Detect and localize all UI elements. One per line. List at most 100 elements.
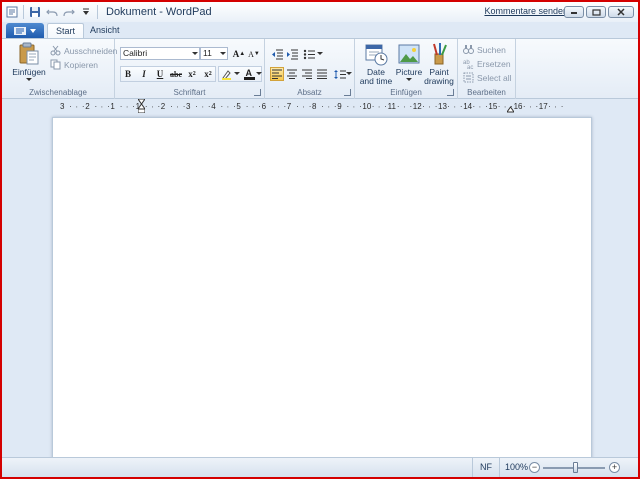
paint-drawing-button[interactable]: Paint drawing: [424, 42, 454, 86]
maximize-button[interactable]: [586, 6, 606, 18]
ruler-tick-mark: ∙: [327, 102, 330, 111]
right-indent-marker[interactable]: [506, 106, 515, 113]
ruler-tick-mark: ∙: [252, 102, 255, 111]
ruler-tick-mark: ·: [522, 102, 526, 111]
customize-toolbar-icon[interactable]: [79, 5, 93, 19]
document-area: [2, 114, 638, 458]
superscript-button[interactable]: x2: [201, 67, 215, 81]
document-page[interactable]: [52, 117, 592, 458]
date-time-button[interactable]: Date and time: [359, 42, 393, 86]
align-left-button[interactable]: [270, 67, 284, 81]
ruler[interactable]: 3 · ∙ · 2 · ∙ · 1 · ∙ · 1 · ∙ · 2 · ∙ · 3 · ∙ · 4 · ∙ · 5 · ∙ · 6 · ∙ · 7 · ∙ ·…: [2, 98, 638, 114]
ruler-tick-label: 4: [211, 102, 216, 111]
bullet-list-dropdown-icon[interactable]: [316, 47, 324, 61]
ribbon-tab-row: Start Ansicht: [2, 22, 638, 39]
increase-indent-icon[interactable]: [285, 47, 299, 61]
ruler-tick-mark: ·: [119, 102, 123, 111]
select-all-label: Select all: [477, 72, 512, 83]
ruler-tick-mark: ·: [157, 102, 161, 111]
ruler-tick-mark: ∙: [403, 102, 406, 111]
grow-font-button[interactable]: A ▲: [232, 47, 246, 61]
group-label-clipboard: Zwischenablage: [29, 88, 87, 97]
align-right-button[interactable]: [300, 67, 314, 81]
ruler-tick-mark: ∙: [176, 102, 179, 111]
application-menu-button[interactable]: [6, 23, 44, 38]
strikethrough-button[interactable]: abc: [169, 67, 183, 81]
paste-icon: [19, 42, 39, 65]
font-family-select[interactable]: Calibri: [120, 47, 200, 60]
font-color-icon[interactable]: A: [242, 67, 256, 81]
font-color-dropdown-icon[interactable]: [255, 67, 263, 81]
italic-button[interactable]: I: [137, 67, 151, 81]
cut-button[interactable]: Ausschneiden: [50, 45, 117, 56]
ruler-tick-mark: ∙: [554, 102, 557, 111]
find-button[interactable]: Suchen: [463, 44, 506, 55]
highlight-icon[interactable]: [219, 67, 233, 81]
redo-icon[interactable]: [62, 5, 76, 19]
close-button[interactable]: [608, 6, 634, 18]
select-all-button[interactable]: Select all: [463, 72, 512, 83]
ruler-tick-label: 12: [412, 102, 422, 111]
ruler-tick-mark: ∙: [126, 102, 129, 111]
justify-button[interactable]: [315, 67, 329, 81]
ruler-tick-mark: ·: [220, 102, 224, 111]
insert-dialog-launcher[interactable]: [447, 89, 454, 96]
window-controls: [562, 6, 634, 18]
num-lock-indicator: NF: [472, 458, 500, 477]
line-spacing-dropdown-icon[interactable]: [345, 67, 353, 81]
group-label-editing: Bearbeiten: [467, 88, 506, 97]
replace-button[interactable]: ab ac Ersetzen: [463, 58, 511, 70]
ruler-tick-mark: ·: [296, 102, 299, 111]
tab-start[interactable]: Start: [47, 23, 85, 39]
zoom-in-button[interactable]: +: [609, 462, 620, 473]
scissors-icon: [50, 45, 61, 56]
undo-icon[interactable]: [45, 5, 59, 19]
tab-ansicht[interactable]: Ansicht: [82, 23, 128, 39]
ruler-tick-mark: ∙: [478, 102, 482, 111]
select-all-icon: [463, 72, 474, 83]
indent-marker[interactable]: [137, 98, 146, 114]
picture-button[interactable]: Picture: [395, 42, 423, 82]
feedback-link[interactable]: Kommentare senden: [484, 6, 568, 16]
copy-icon: [50, 59, 61, 70]
minimize-button[interactable]: [564, 6, 584, 18]
ruler-tick-mark: ·: [359, 102, 362, 111]
ruler-tick-mark: ·: [371, 102, 375, 111]
ruler-tick-mark: ∙: [428, 102, 431, 111]
ruler-tick-label: 7: [286, 102, 292, 111]
ruler-tick-mark: ·: [548, 102, 551, 111]
ruler-tick-mark: ·: [434, 102, 438, 111]
ruler-tick-label: 2: [160, 102, 166, 111]
font-size-select[interactable]: 11: [200, 47, 228, 60]
subscript-button[interactable]: x2: [185, 67, 199, 81]
underline-button[interactable]: U: [153, 67, 167, 81]
zoom-out-button[interactable]: −: [529, 462, 540, 473]
ruler-tick-mark: ∙: [529, 102, 532, 111]
ruler-tick-mark: ·: [94, 102, 98, 111]
ruler-tick-mark: ·: [245, 102, 249, 111]
zoom-level: 100%: [505, 462, 529, 472]
paragraph-dialog-launcher[interactable]: [344, 89, 351, 96]
bullet-list-icon[interactable]: [302, 47, 316, 61]
bold-button[interactable]: B: [121, 67, 135, 81]
toolbar-separator: [97, 5, 98, 19]
group-font: Calibri 11 A ▲ A ▼ B I U abc x2 x2 A Schri…: [115, 39, 265, 99]
ruler-tick-mark: ·: [485, 102, 488, 111]
decrease-indent-icon[interactable]: [270, 47, 284, 61]
font-dialog-launcher[interactable]: [254, 89, 261, 96]
align-center-button[interactable]: [285, 67, 299, 81]
wordpad-window: Dokument - WordPad Kommentare senden Sta…: [0, 0, 640, 479]
highlight-dropdown-icon[interactable]: [233, 67, 241, 81]
group-editing: Suchen ab ac Ersetzen Select all Bearbeit…: [458, 39, 516, 99]
cut-label: Ausschneiden: [64, 45, 118, 56]
ruler-scale: 3 · ∙ · 2 · ∙ · 1 · ∙ · 1 · ∙ · 2 · ∙ · 3 · ∙ · 4 · ∙ · 5 · ∙ · 6 · ∙ · 7 · ∙ ·…: [60, 98, 590, 114]
font-size-value: 11: [203, 48, 212, 58]
zoom-slider-thumb[interactable]: [573, 462, 578, 473]
copy-button[interactable]: Kopieren: [50, 59, 98, 70]
save-icon[interactable]: [28, 5, 42, 19]
app-icon[interactable]: [5, 5, 19, 19]
shrink-font-button[interactable]: A ▼: [247, 47, 261, 61]
ruler-tick-mark: ·: [396, 102, 400, 111]
paste-button[interactable]: Einfügen: [12, 42, 46, 82]
toolbar-separator: [23, 5, 24, 19]
